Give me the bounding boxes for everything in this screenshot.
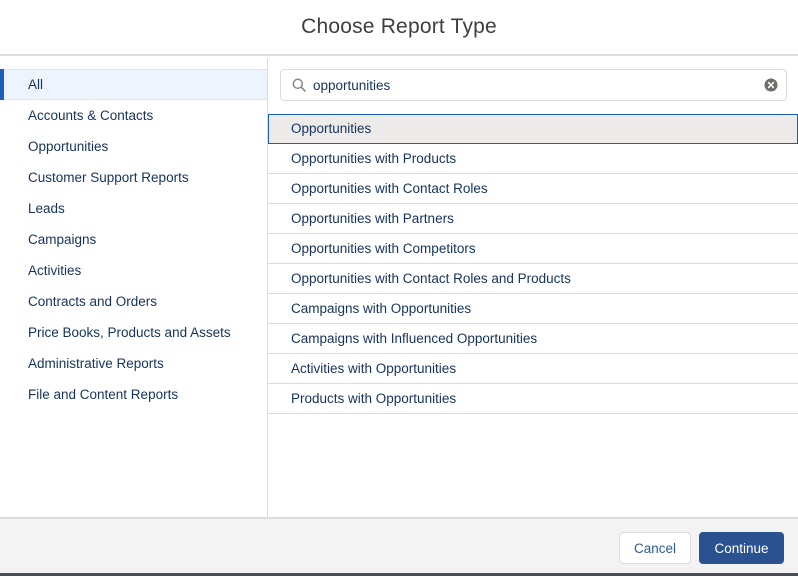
sidebar-item-label: Accounts & Contacts xyxy=(28,108,154,123)
result-item[interactable]: Opportunities xyxy=(268,114,798,144)
sidebar-item-label: Campaigns xyxy=(28,232,97,247)
sidebar-item-label: Activities xyxy=(28,263,82,278)
search-input[interactable] xyxy=(311,77,756,93)
dialog-title: Choose Report Type xyxy=(301,15,497,38)
sidebar-item-opportunities[interactable]: Opportunities xyxy=(0,131,267,162)
continue-button[interactable]: Continue xyxy=(699,532,784,564)
result-item[interactable]: Products with Opportunities xyxy=(268,384,798,414)
result-item[interactable]: Campaigns with Opportunities xyxy=(268,294,798,324)
result-item[interactable]: Opportunities with Contact Roles xyxy=(268,174,798,204)
category-sidebar: All Accounts & Contacts Opportunities Cu… xyxy=(0,58,268,517)
result-item[interactable]: Campaigns with Influenced Opportunities xyxy=(268,324,798,354)
sidebar-item-label: File and Content Reports xyxy=(28,387,179,402)
sidebar-item-administrative-reports[interactable]: Administrative Reports xyxy=(0,348,267,379)
sidebar-item-label: Customer Support Reports xyxy=(28,170,189,185)
sidebar-item-price-books[interactable]: Price Books, Products and Assets xyxy=(0,317,267,348)
search-box xyxy=(280,69,787,101)
sidebar-item-contracts-orders[interactable]: Contracts and Orders xyxy=(0,286,267,317)
sidebar-item-all[interactable]: All xyxy=(0,69,267,100)
dialog-footer: Cancel Continue xyxy=(0,517,798,576)
sidebar-item-label: Administrative Reports xyxy=(28,356,164,371)
sidebar-item-activities[interactable]: Activities xyxy=(0,255,267,286)
sidebar-item-label: Price Books, Products and Assets xyxy=(28,325,231,340)
search-icon xyxy=(281,78,311,92)
cancel-button[interactable]: Cancel xyxy=(619,532,691,564)
sidebar-item-campaigns[interactable]: Campaigns xyxy=(0,224,267,255)
sidebar-item-label: All xyxy=(28,77,44,92)
result-item[interactable]: Opportunities with Products xyxy=(268,144,798,174)
sidebar-item-label: Leads xyxy=(28,201,65,216)
result-item[interactable]: Opportunities with Contact Roles and Pro… xyxy=(268,264,798,294)
sidebar-item-leads[interactable]: Leads xyxy=(0,193,267,224)
sidebar-item-file-content-reports[interactable]: File and Content Reports xyxy=(0,379,267,410)
result-item[interactable]: Opportunities with Partners xyxy=(268,204,798,234)
dialog-header: Choose Report Type xyxy=(0,0,798,56)
result-item[interactable]: Opportunities with Competitors xyxy=(268,234,798,264)
report-type-panel: Opportunities Opportunities with Product… xyxy=(268,58,798,517)
sidebar-item-accounts-contacts[interactable]: Accounts & Contacts xyxy=(0,100,267,131)
results-list: Opportunities Opportunities with Product… xyxy=(268,114,798,414)
clear-icon[interactable] xyxy=(756,78,786,92)
sidebar-item-label: Opportunities xyxy=(28,139,109,154)
sidebar-item-customer-support-reports[interactable]: Customer Support Reports xyxy=(0,162,267,193)
sidebar-item-label: Contracts and Orders xyxy=(28,294,158,309)
result-item[interactable]: Activities with Opportunities xyxy=(268,354,798,384)
